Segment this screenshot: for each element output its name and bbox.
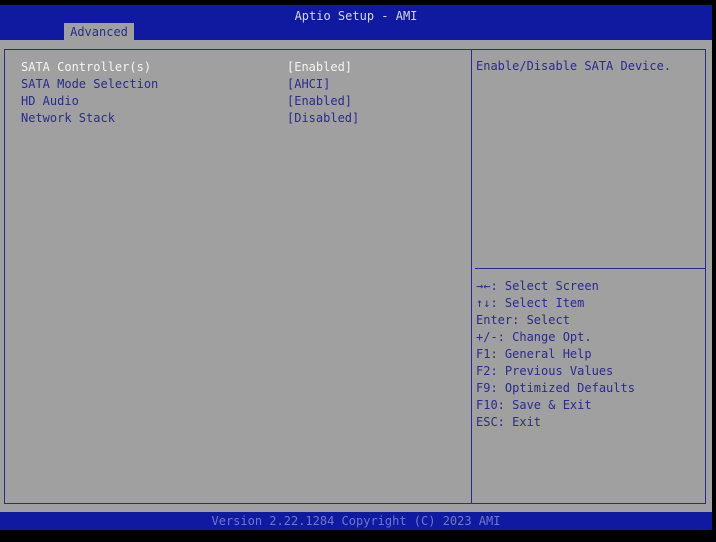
key-legend: →←: Select Screen ↑↓: Select Item Enter:… xyxy=(476,278,635,431)
key-hint: +/-: Change Opt. xyxy=(476,330,592,344)
setting-value[interactable]: [Enabled] xyxy=(287,94,352,108)
panel-divider xyxy=(471,50,472,503)
setting-value[interactable]: [Enabled] xyxy=(287,60,352,74)
key-hint: F2: Previous Values xyxy=(476,364,614,378)
key-hint: F9: Optimized Defaults xyxy=(476,381,635,395)
tab-advanced[interactable]: Advanced xyxy=(64,23,134,40)
header: Aptio Setup - AMI Advanced xyxy=(0,5,712,40)
setting-label: SATA Mode Selection xyxy=(21,77,159,91)
setting-hd-audio[interactable]: HD Audio [Enabled] xyxy=(21,94,461,111)
footer-version: Version 2.22.1284 Copyright (C) 2023 AMI xyxy=(0,512,712,530)
key-hint: F1: General Help xyxy=(476,347,592,361)
main-area: SATA Controller(s) [Enabled] SATA Mode S… xyxy=(0,40,712,512)
setting-value[interactable]: [AHCI] xyxy=(287,77,330,91)
key-hint: Enter: Select xyxy=(476,313,570,327)
key-hint: ↑↓: Select Item xyxy=(476,296,585,310)
setting-network-stack[interactable]: Network Stack [Disabled] xyxy=(21,111,461,128)
setting-sata-mode[interactable]: SATA Mode Selection [AHCI] xyxy=(21,77,461,94)
help-divider xyxy=(475,268,705,269)
setting-sata-controller[interactable]: SATA Controller(s) [Enabled] xyxy=(21,60,461,77)
settings-panel: SATA Controller(s) [Enabled] SATA Mode S… xyxy=(4,49,706,504)
setting-value[interactable]: [Disabled] xyxy=(287,111,359,125)
key-hint: ESC: Exit xyxy=(476,415,542,429)
key-hint: F10: Save & Exit xyxy=(476,398,592,412)
app-title: Aptio Setup - AMI xyxy=(294,9,418,23)
help-text: Enable/Disable SATA Device. xyxy=(476,59,672,73)
setting-label: Network Stack xyxy=(21,111,115,125)
setting-label: HD Audio xyxy=(21,94,79,108)
setting-label: SATA Controller(s) xyxy=(21,60,152,74)
key-hint: →←: Select Screen xyxy=(476,279,599,293)
